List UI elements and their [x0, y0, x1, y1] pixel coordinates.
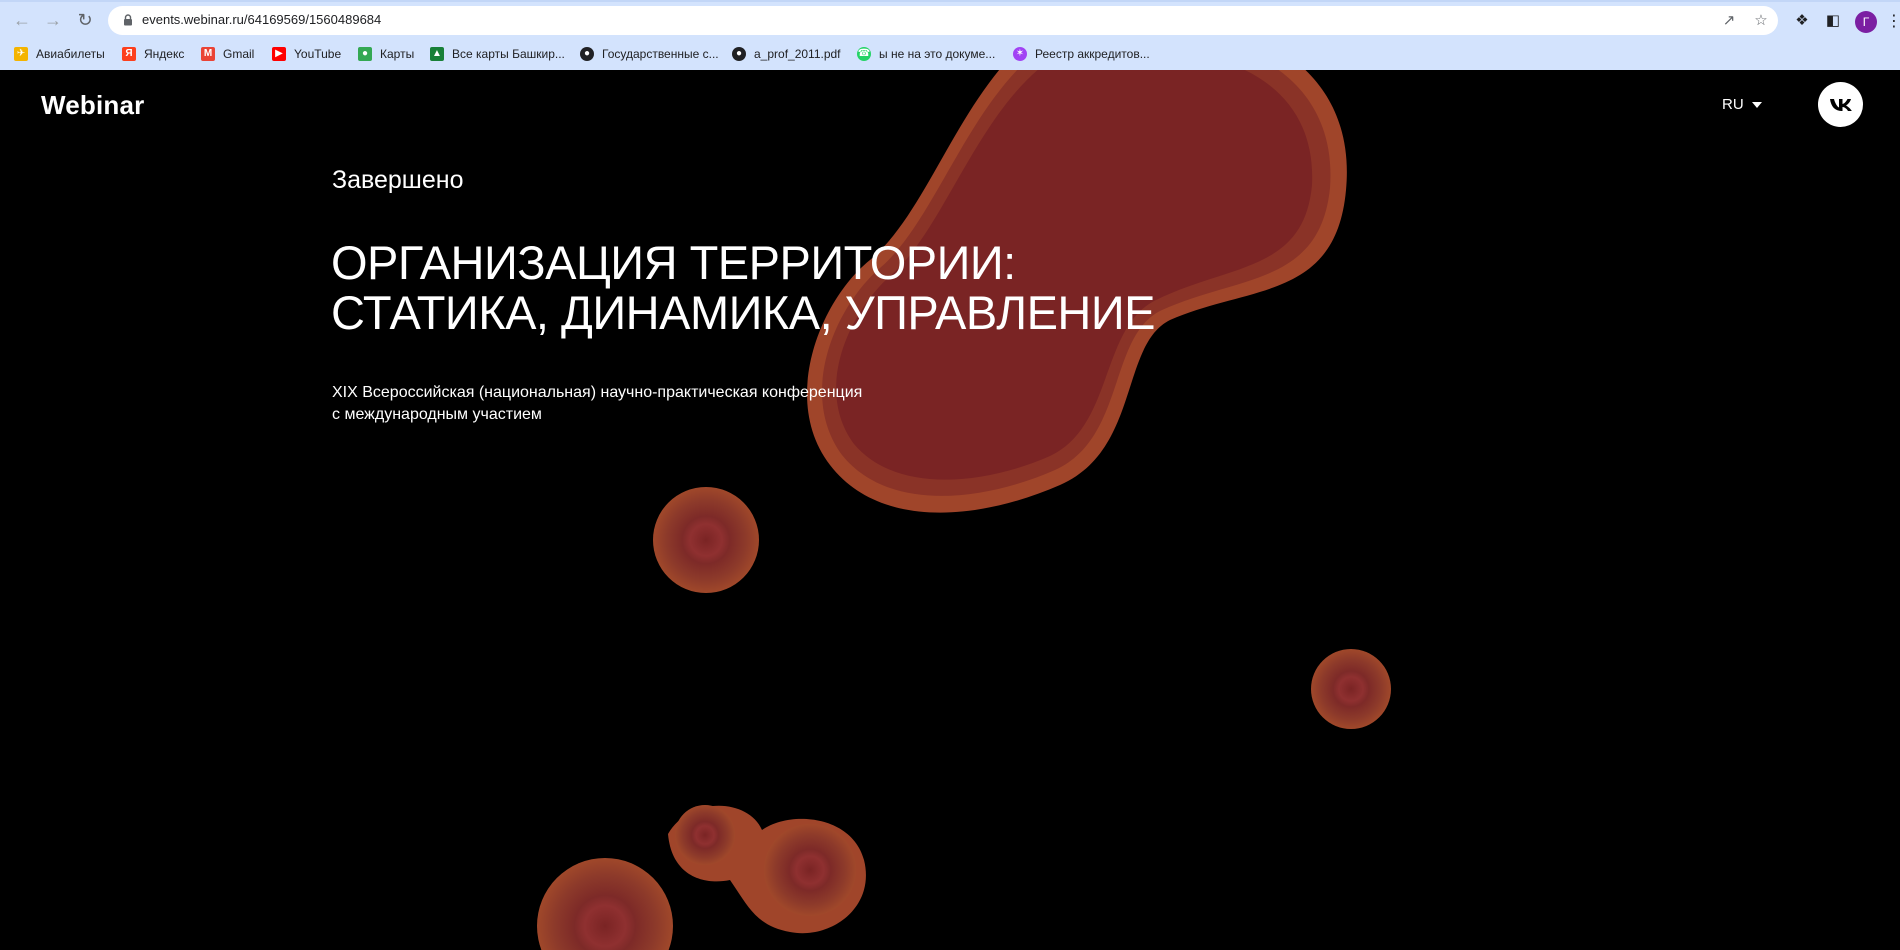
maps-pin-icon: ●	[358, 47, 372, 61]
browser-chrome: ← → ↻ events.webinar.ru/64169569/1560489…	[0, 0, 1900, 70]
medium-blob	[653, 487, 759, 593]
event-status: Завершено	[332, 166, 464, 194]
forward-icon[interactable]: →	[41, 8, 65, 32]
globe-icon: ●	[580, 47, 594, 61]
event-subtitle-line2: с международным участием	[332, 406, 542, 423]
bookmark-whatsapp-doc[interactable]: ☎ ы не на это докуме...	[857, 44, 995, 64]
background-blobs	[537, 70, 1391, 950]
event-title-line2: СТАТИКА, ДИНАМИКА, УПРАВЛЕНИЕ	[331, 286, 1156, 339]
yandex-icon: Я	[122, 47, 136, 61]
address-bar[interactable]: events.webinar.ru/64169569/1560489684 ↗ …	[108, 6, 1778, 35]
bookmark-a-prof-pdf[interactable]: ● a_prof_2011.pdf	[732, 44, 841, 64]
caret-down-icon	[1751, 101, 1762, 108]
url-text[interactable]: events.webinar.ru/64169569/1560489684	[142, 12, 381, 27]
event-subtitle: XIX Всероссийская (национальная) научно-…	[332, 382, 862, 426]
bookmark-label: Gmail	[223, 47, 255, 61]
share-icon[interactable]: ↗	[1719, 11, 1739, 31]
bookmark-gosudarstvennye[interactable]: ● Государственные с...	[580, 44, 719, 64]
event-title: ОРГАНИЗАЦИЯ ТЕРРИТОРИИ: СТАТИКА, ДИНАМИК…	[331, 236, 1156, 339]
mountain-icon: ▲	[430, 47, 444, 61]
language-selector[interactable]: RU	[1722, 96, 1762, 113]
language-label: RU	[1722, 96, 1744, 113]
menu-icon[interactable]: ⋮	[1886, 11, 1900, 33]
brand-logo[interactable]: Webinar	[41, 90, 145, 121]
bookmark-label: Реестр аккредитов...	[1035, 47, 1150, 61]
reload-icon[interactable]: ↻	[73, 8, 97, 32]
bookmark-label: YouTube	[294, 47, 342, 61]
back-icon[interactable]: ←	[10, 8, 34, 32]
whatsapp-icon: ☎	[857, 47, 871, 61]
bookmark-label: Государственные с...	[602, 47, 719, 61]
event-page: Webinar RU Завершено ОРГАНИЗАЦИЯ ТЕРРИТО…	[0, 70, 1900, 950]
side-panel-icon[interactable]: ◧	[1822, 10, 1844, 32]
bookmark-label: Авиабилеты	[36, 47, 105, 61]
lock-icon	[124, 14, 132, 26]
bookmark-karty[interactable]: ● Карты	[358, 44, 414, 64]
event-subtitle-line1: XIX Всероссийская (национальная) научно-…	[332, 384, 863, 401]
bookmark-gmail[interactable]: M Gmail	[201, 44, 254, 64]
bookmark-label: ы не на это докуме...	[879, 47, 996, 61]
bookmarks-bar: ✈ Авиабилеты Я Яндекс M Gmail ▶ YouTube …	[0, 40, 1900, 68]
event-title-line1: ОРГАНИЗАЦИЯ ТЕРРИТОРИИ:	[331, 236, 1016, 289]
vk-share-button[interactable]	[1818, 82, 1863, 127]
bookmark-youtube[interactable]: ▶ YouTube	[272, 44, 341, 64]
registry-icon: ✶	[1013, 47, 1027, 61]
profile-avatar[interactable]: Г	[1855, 11, 1877, 33]
vk-icon	[1829, 98, 1852, 111]
navigation-bar: ← → ↻ events.webinar.ru/64169569/1560489…	[0, 2, 1900, 38]
globe-icon: ●	[732, 47, 746, 61]
bookmark-bashkir-maps[interactable]: ▲ Все карты Башкир...	[430, 44, 565, 64]
right-blob	[1311, 649, 1391, 729]
bookmark-label: Все карты Башкир...	[452, 47, 565, 61]
plane-icon: ✈	[14, 47, 28, 61]
bookmark-aviabilety[interactable]: ✈ Авиабилеты	[14, 44, 105, 64]
bookmark-label: a_prof_2011.pdf	[754, 47, 841, 61]
bookmark-label: Карты	[380, 47, 415, 61]
bottom-pair-blob	[668, 805, 866, 934]
bookmark-label: Яндекс	[144, 47, 185, 61]
bookmark-reestr[interactable]: ✶ Реестр аккредитов...	[1013, 44, 1150, 64]
youtube-icon: ▶	[272, 47, 286, 61]
gmail-icon: M	[201, 47, 215, 61]
extensions-icon[interactable]: ❖	[1791, 10, 1813, 32]
bookmark-yandex[interactable]: Я Яндекс	[122, 44, 184, 64]
star-icon[interactable]: ☆	[1751, 11, 1771, 31]
bottom-blob	[537, 858, 673, 950]
